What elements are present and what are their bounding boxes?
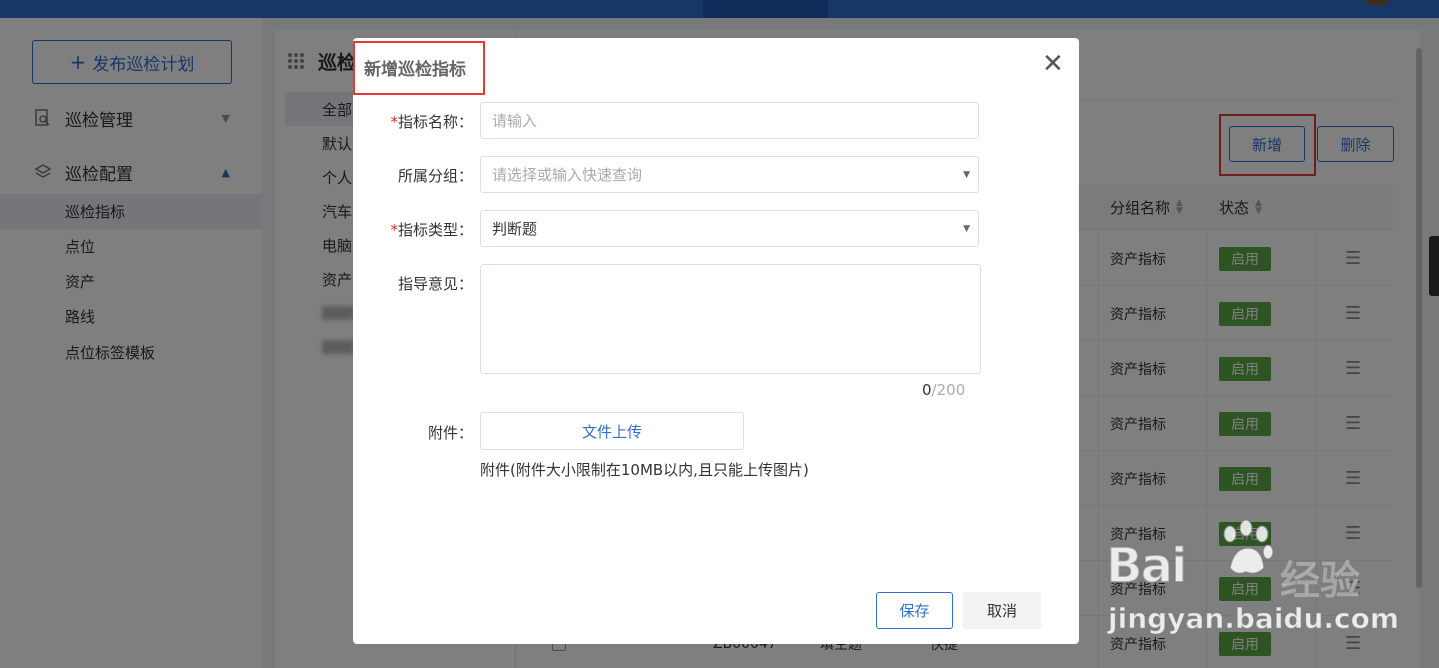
field-label-type: *指标类型：	[390, 221, 473, 239]
field-label-guidance: 指导意见：	[397, 275, 473, 293]
caret-down-icon: ▼	[963, 169, 970, 180]
group-select-placeholder: 请选择或输入快速查询	[492, 166, 643, 184]
char-counter: 0/200	[922, 381, 966, 399]
cancel-button[interactable]: 取消	[963, 592, 1041, 629]
required-mark: *	[390, 113, 398, 131]
watermark-url: jingyan.baidu.com	[1107, 602, 1400, 636]
close-icon[interactable]: ✕	[1042, 49, 1064, 79]
field-label-attachment: 附件：	[427, 424, 473, 442]
index-type-value: 判断题	[492, 220, 538, 238]
group-select[interactable]: 请选择或输入快速查询 ▼	[480, 156, 979, 193]
upload-hint: 附件(附件大小限制在10MB以内,且只能上传图片)	[480, 461, 809, 479]
file-upload-button[interactable]: 文件上传	[480, 412, 744, 450]
field-label-name: *指标名称：	[390, 113, 473, 131]
baidu-jingyan-watermark: Bai 经验 jingyan.baidu.com	[1100, 512, 1400, 662]
paw-icon	[1223, 520, 1274, 575]
dialog-title: 新增巡检指标	[364, 60, 466, 80]
index-name-placeholder: 请输入	[492, 112, 538, 130]
index-type-select[interactable]: 判断题 ▼	[480, 210, 979, 247]
caret-down-icon: ▼	[963, 223, 970, 234]
guidance-textarea[interactable]	[480, 264, 981, 374]
add-index-dialog: 新增巡检指标 ✕ *指标名称： 请输入 所属分组： 请选择或输入快速查询 ▼ *…	[353, 38, 1079, 644]
required-mark: *	[390, 221, 398, 239]
index-name-input[interactable]: 请输入	[480, 102, 979, 139]
watermark-logo-cn: 经验	[1279, 557, 1361, 605]
field-label-group: 所属分组：	[397, 167, 473, 185]
save-button[interactable]: 保存	[876, 592, 953, 629]
watermark-logo: Bai	[1105, 537, 1188, 595]
